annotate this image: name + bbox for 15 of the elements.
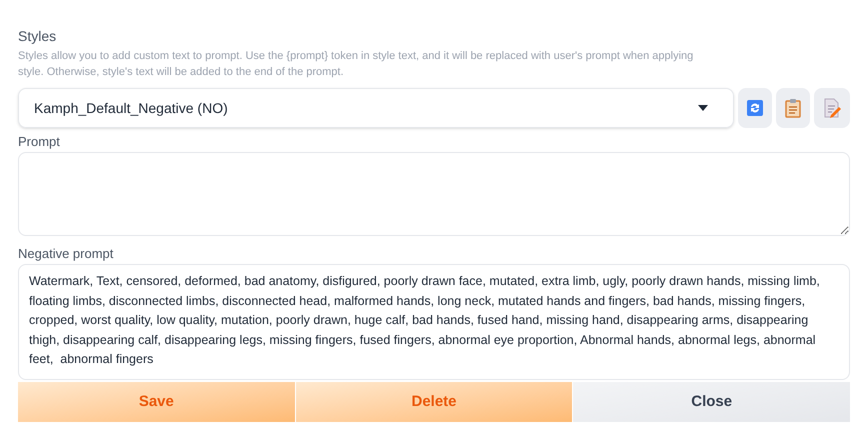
refresh-icon — [746, 99, 764, 117]
document-pencil-icon — [823, 98, 841, 118]
clipboard-icon — [784, 98, 802, 118]
styles-description: Styles allow you to add custom text to prompt. Use the {prompt} token in style text, and it will be replaced with user's prompt when applying style. Otherwise, style's text will be added to the end of the prompt. — [18, 49, 694, 80]
paste-button[interactable] — [776, 88, 810, 128]
field-label: Negative prompt — [18, 245, 114, 263]
edit-button[interactable] — [814, 88, 850, 128]
refresh-button[interactable] — [738, 88, 772, 128]
style-dropdown[interactable]: Kamph_Default_Negative (NO) — [18, 88, 734, 128]
section-label: Styles — [18, 27, 58, 46]
negative-prompt-field[interactable]: Watermark, Text, censored, deformed, bad anatomy, disfigured, poorly drawn face, mutated, extra limb, ugly, poorly drawn hands, missing limb, floating limbs, disconnected limbs, disconnected head, malformed hands, long neck, mutated hands and fingers, bad hands, missing fingers, cropped, worst quality, low quality, mutation, poorly drawn, huge calf, bad hands, fused hand, missing hand, disappearing arms, disappearing thigh, disappearing calf, disappearing legs, missing fingers, fused fingers, abnormal eye proportion, Abnormal hands, abnormal legs, abnormal feet, abnormal fingers — [18, 264, 850, 380]
caret-icon — [698, 105, 708, 111]
close-button[interactable]: Close — [573, 382, 850, 422]
field-label: Prompt — [18, 133, 61, 151]
prompt-field[interactable] — [18, 152, 850, 236]
